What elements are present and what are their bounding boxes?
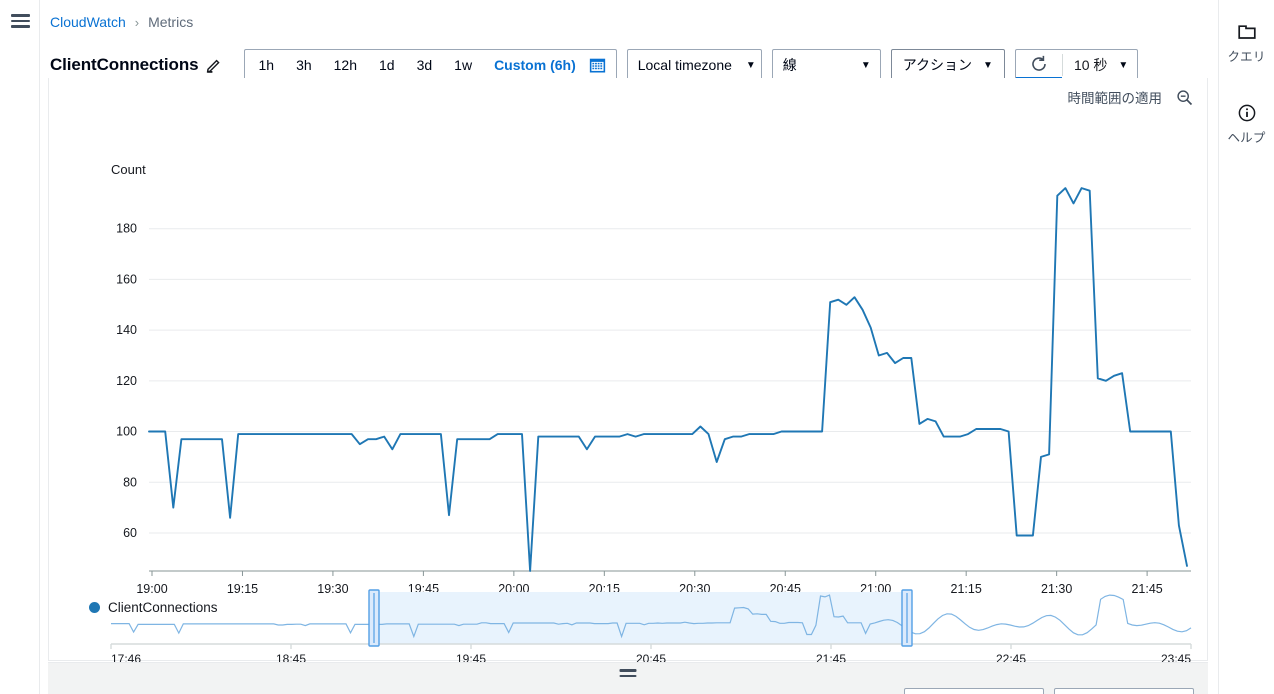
bottom-panel-actions — [904, 688, 1194, 694]
refresh-interval-select[interactable]: 10 秒 ▼ — [1063, 50, 1137, 80]
chart-plot-area[interactable]: Count 60 80 100 120 140 160 180 19:00 19:15 19:30 1… — [49, 116, 1207, 666]
bottom-action-button[interactable] — [1054, 688, 1194, 694]
chart-type-value: 線 — [782, 57, 797, 73]
svg-text:21:15: 21:15 — [951, 582, 982, 594]
rail-label-query: クエリ — [1227, 50, 1266, 64]
info-icon — [1219, 103, 1274, 125]
bottom-panel: 参照 クエリ グラフ化したメトリクス (1) オプション ソース — [48, 662, 1208, 694]
svg-text:180: 180 — [116, 222, 137, 236]
bottom-tabs: 参照 クエリ グラフ化したメトリクス (1) オプション ソース — [62, 688, 552, 694]
main-content: CloudWatch › Metrics ClientConnections 1… — [40, 0, 1218, 694]
breadcrumb-metrics[interactable]: Metrics — [148, 14, 193, 30]
rail-item-help[interactable]: ヘルプ — [1219, 103, 1274, 146]
zoom-out-icon[interactable] — [1176, 89, 1193, 106]
svg-text:160: 160 — [116, 272, 137, 286]
svg-text:60: 60 — [123, 526, 137, 540]
svg-text:19:30: 19:30 — [317, 582, 348, 594]
hamburger-menu-icon[interactable] — [11, 14, 30, 28]
minimap-range-selector[interactable]: 17:46 18:45 19:45 20:45 21:45 22:45 23:45 — [49, 588, 1217, 672]
metrics-line-chart[interactable]: Count608010012014016018019:00 19:15 19:30 1… — [49, 116, 1217, 594]
svg-text:21:45: 21:45 — [1131, 582, 1162, 594]
chevron-down-icon: ▼ — [745, 59, 756, 71]
rail-label-help: ヘルプ — [1227, 131, 1266, 145]
right-utility-rail: クエリ ヘルプ — [1218, 0, 1274, 694]
chart-toolbar: 1h 3h 12h 1d 3d 1w Custom (6h) Local tim… — [244, 49, 1139, 81]
breadcrumb-cloudwatch[interactable]: CloudWatch — [50, 14, 126, 30]
chart-card: 時間範囲の適用 Count 60 80 100 120 140 160 180 19:00 19:… — [48, 78, 1208, 666]
rail-item-query[interactable]: クエリ — [1219, 22, 1274, 65]
page-title: ClientConnections — [50, 55, 199, 74]
refresh-control-group: 10 秒 ▼ — [1014, 49, 1139, 81]
hamburger-bar — [11, 25, 30, 28]
svg-text:19:00: 19:00 — [136, 582, 167, 594]
chevron-down-icon: ▼ — [1118, 59, 1129, 71]
chevron-down-icon: ▼ — [860, 59, 871, 71]
svg-text:19:15: 19:15 — [227, 582, 258, 594]
range-1h[interactable]: 1h — [247, 50, 285, 80]
actions-label: アクション — [902, 57, 973, 73]
svg-text:21:30: 21:30 — [1041, 582, 1072, 594]
hamburger-bar — [11, 19, 30, 23]
hamburger-bar — [11, 14, 30, 17]
chevron-down-icon: ▼ — [983, 59, 993, 71]
left-navigation-rail — [0, 0, 40, 694]
breadcrumb-separator-icon: › — [134, 14, 140, 30]
svg-text:80: 80 — [123, 475, 137, 489]
range-custom[interactable]: Custom (6h) — [483, 50, 587, 80]
timezone-value: Local timezone — [637, 57, 732, 73]
timezone-select[interactable]: Local timezone ▼ — [626, 49, 762, 81]
pencil-icon[interactable] — [206, 57, 222, 73]
calendar-icon[interactable] — [589, 57, 606, 74]
breadcrumb: CloudWatch › Metrics — [40, 0, 1218, 44]
chart-card-header: 時間範囲の適用 — [49, 78, 1207, 116]
resize-grip-icon[interactable] — [619, 669, 637, 680]
chart-type-select[interactable]: 線 ▼ — [771, 49, 881, 81]
refresh-interval-value: 10 秒 — [1073, 57, 1108, 73]
apply-time-range-button[interactable]: 時間範囲の適用 — [1068, 87, 1163, 107]
range-1d[interactable]: 1d — [368, 50, 406, 80]
svg-text:120: 120 — [116, 374, 137, 388]
svg-text:100: 100 — [116, 425, 137, 439]
range-12h[interactable]: 12h — [323, 50, 368, 80]
actions-button[interactable]: アクション ▼ — [890, 49, 1005, 81]
range-3h[interactable]: 3h — [285, 50, 323, 80]
folder-icon — [1219, 22, 1274, 44]
svg-text:Count: Count — [111, 162, 146, 177]
grip-bar — [619, 669, 637, 672]
range-3d[interactable]: 3d — [406, 50, 444, 80]
grip-bar — [619, 674, 637, 677]
range-1w[interactable]: 1w — [443, 50, 483, 80]
cloudwatch-metrics-page: CloudWatch › Metrics ClientConnections 1… — [0, 0, 1274, 694]
time-range-segmented-control: 1h 3h 12h 1d 3d 1w Custom (6h) — [244, 49, 617, 81]
refresh-button[interactable] — [1015, 50, 1062, 80]
svg-text:140: 140 — [116, 323, 137, 337]
bottom-action-button[interactable] — [904, 688, 1044, 694]
